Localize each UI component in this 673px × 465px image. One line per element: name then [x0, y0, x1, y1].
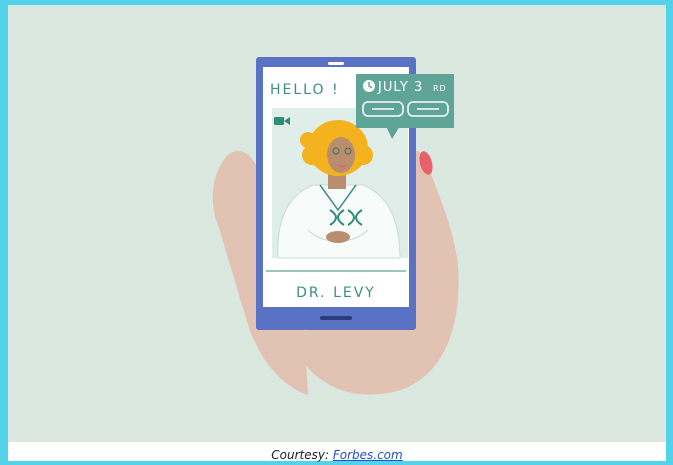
telehealth-illustration: HELLO ! DR. LEVY JULY 3 RD: [212, 57, 459, 396]
phone-home-bar: [320, 316, 352, 320]
appointment-date-suffix: RD: [433, 84, 447, 93]
appointment-date: JULY 3: [377, 80, 423, 95]
image-caption: Courtesy: Forbes.com: [8, 448, 666, 462]
doctor-hands: [326, 231, 350, 243]
image-frame: HELLO ! DR. LEVY JULY 3 RD Courtesy: For…: [8, 5, 666, 462]
caption-prefix: Courtesy:: [271, 448, 333, 462]
illustration-panel: HELLO ! DR. LEVY JULY 3 RD: [8, 5, 666, 442]
phone-speaker: [328, 62, 344, 65]
doctor-name: DR. LEVY: [296, 285, 376, 301]
greeting-text: HELLO !: [270, 82, 340, 98]
doctor-face: [327, 137, 355, 173]
source-link[interactable]: Forbes.com: [333, 448, 403, 462]
clock-icon: [363, 80, 375, 92]
